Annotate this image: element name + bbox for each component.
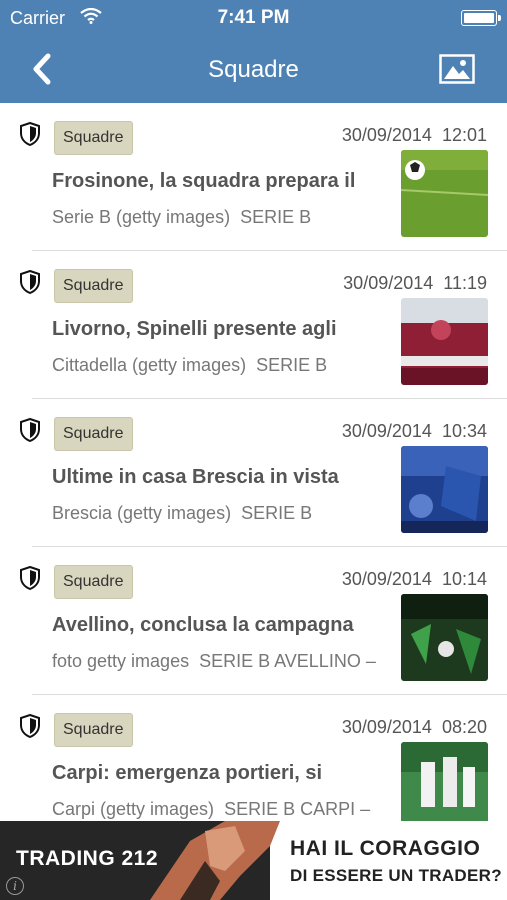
category-tag[interactable]: Squadre	[54, 565, 133, 599]
shield-icon	[20, 418, 40, 442]
ad-banner[interactable]: TRADING 212 HAI IL CORAGGIO DI ESSERE UN…	[0, 821, 507, 900]
info-icon[interactable]: i	[6, 877, 24, 895]
article-date: 30/09/2014 10:14	[341, 569, 487, 589]
image-gallery-icon[interactable]	[439, 54, 475, 84]
shield-icon	[20, 566, 40, 590]
article-item[interactable]: Squadre 30/09/2014 10:14 Avellino, concl…	[0, 547, 507, 695]
article-date: 30/09/2014 08:20	[341, 717, 487, 737]
clock: 7:41 PM	[217, 7, 290, 28]
article-meta: Carpi (getty images) SERIE B CARPI –	[52, 799, 397, 820]
article-category: SERIE B	[241, 503, 313, 523]
ad-headline: HAI IL CORAGGIO	[290, 837, 481, 860]
article-source: Cittadella (getty images)	[52, 355, 247, 375]
article-item[interactable]: Squadre 30/09/2014 08:20 Carpi: emergenz…	[0, 695, 507, 821]
category-tag[interactable]: Squadre	[54, 121, 133, 155]
article-source: Carpi (getty images)	[52, 799, 215, 819]
status-bar: Carrier 7:41 PM	[0, 0, 507, 36]
article-headline: Ultime in casa Brescia in vista	[52, 466, 339, 488]
page-title: Squadre	[208, 56, 299, 83]
article-category: SERIE B AVELLINO –	[199, 651, 376, 671]
article-meta: foto getty images SERIE B AVELLINO –	[52, 651, 397, 672]
article-thumbnail	[401, 742, 488, 821]
navigation-bar: Squadre	[0, 36, 507, 103]
article-thumbnail	[401, 150, 488, 237]
article-headline: Carpi: emergenza portieri, si	[52, 762, 323, 784]
article-source: Serie B (getty images)	[52, 207, 231, 227]
article-meta: Brescia (getty images) SERIE B	[52, 503, 397, 524]
category-tag[interactable]: Squadre	[54, 269, 133, 303]
article-headline: Avellino, conclusa la campagna	[52, 614, 354, 636]
article-headline: Livorno, Spinelli presente agli	[52, 318, 337, 340]
category-tag[interactable]: Squadre	[54, 417, 133, 451]
ad-subheadline: DI ESSERE UN TRADER?	[290, 866, 502, 885]
article-thumbnail	[401, 298, 488, 385]
article-date: 30/09/2014 12:01	[341, 125, 487, 145]
article-item[interactable]: Squadre 30/09/2014 11:19 Livorno, Spinel…	[0, 251, 507, 399]
article-headline: Frosinone, la squadra prepara il	[52, 170, 356, 192]
shield-icon	[20, 714, 40, 738]
article-category: SERIE B	[256, 355, 328, 375]
top-bar: Carrier 7:41 PM Squadre	[0, 0, 507, 103]
shield-icon	[20, 270, 40, 294]
article-thumbnail	[401, 594, 488, 681]
battery-icon	[461, 10, 501, 26]
article-meta: Cittadella (getty images) SERIE B	[52, 355, 397, 376]
article-item[interactable]: Squadre 30/09/2014 12:01 Frosinone, la s…	[0, 103, 507, 251]
article-meta: Serie B (getty images) SERIE B	[52, 207, 397, 228]
article-item[interactable]: Squadre 30/09/2014 10:34 Ultime in casa …	[0, 399, 507, 547]
article-list: Squadre 30/09/2014 12:01 Frosinone, la s…	[0, 103, 507, 821]
article-date: 30/09/2014 10:34	[341, 421, 487, 441]
shield-icon	[20, 122, 40, 146]
ad-brand: TRADING 212	[16, 847, 159, 870]
article-category: SERIE B	[240, 207, 312, 227]
article-source: Brescia (getty images)	[52, 503, 232, 523]
article-category: SERIE B CARPI –	[224, 799, 371, 819]
category-tag[interactable]: Squadre	[54, 713, 133, 747]
article-source: foto getty images	[52, 651, 190, 671]
climber-image	[150, 821, 280, 900]
article-thumbnail	[401, 446, 488, 533]
article-date: 30/09/2014 11:19	[343, 273, 487, 293]
